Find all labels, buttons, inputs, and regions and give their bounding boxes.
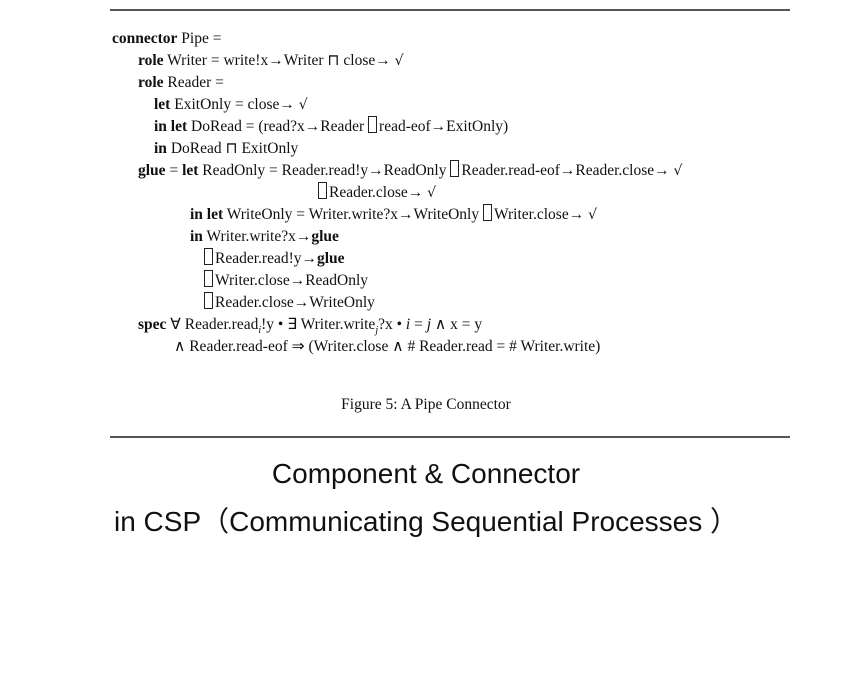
code-line-4: let ExitOnly = close→ √ xyxy=(154,94,308,116)
code-line-11: Reader.read!y→glue xyxy=(204,248,345,270)
external-choice-icon xyxy=(483,204,492,221)
check-mark-icon: √ xyxy=(394,53,404,69)
code-text: = xyxy=(410,316,427,333)
code-text: Pipe = xyxy=(177,30,222,47)
keyword: in xyxy=(190,228,203,245)
keyword: in let xyxy=(190,206,224,223)
code-line-9: in let WriteOnly = Writer.write?x→WriteO… xyxy=(190,204,597,226)
keyword: role xyxy=(138,52,164,69)
code-text: ?x • xyxy=(378,316,406,333)
keyword: spec xyxy=(138,316,167,333)
code-line-10: in Writer.write?x→glue xyxy=(190,226,339,248)
code-line-13: Reader.close→WriteOnly xyxy=(204,292,375,314)
keyword: let xyxy=(154,96,171,113)
code-text: DoRead ⊓ ExitOnly xyxy=(166,140,299,157)
code-text: ExitOnly = close→ xyxy=(170,96,299,113)
keyword: role xyxy=(138,74,164,91)
code-line-6: in DoRead ⊓ ExitOnly xyxy=(154,138,298,160)
code-text: read-eof→ExitOnly) xyxy=(379,118,509,135)
keyword: in xyxy=(154,140,167,157)
code-text: Reader = xyxy=(163,74,224,91)
code-text: ∀ Reader.read xyxy=(166,316,259,333)
external-choice-icon xyxy=(204,248,213,265)
keyword: in let xyxy=(154,118,188,135)
code-text: Reader.close→ xyxy=(329,184,428,201)
slide-title-line-1: Component & Connector xyxy=(271,458,581,489)
code-text: Reader.read-eof→Reader.close→ xyxy=(461,162,674,179)
top-rule xyxy=(110,9,790,11)
code-text: Reader.read!y→ xyxy=(215,250,317,267)
external-choice-icon xyxy=(204,270,213,287)
code-text: ∧ x = y xyxy=(431,316,483,333)
external-choice-icon xyxy=(450,160,460,177)
external-choice-icon xyxy=(368,116,378,133)
keyword: let xyxy=(182,162,199,179)
code-line-8: Reader.close→ √ xyxy=(318,182,436,204)
code-line-5: in let DoRead = (read?x→Reader read-eof→… xyxy=(154,116,508,138)
keyword: connector xyxy=(112,30,178,47)
code-text: DoRead = (read?x→Reader xyxy=(187,118,369,135)
code-line-1: connector Pipe = xyxy=(112,28,221,50)
check-mark-icon: √ xyxy=(673,163,683,179)
check-mark-icon: √ xyxy=(298,97,308,113)
code-text: Writer.write?x→ xyxy=(202,228,312,245)
code-text: ∧ Reader.read-eof ⇒ (Writer.close ∧ # Re… xyxy=(174,338,601,355)
slide-title-line-2: in CSP（Communicating Sequential Processe… xyxy=(113,506,739,537)
check-mark-icon: √ xyxy=(588,207,597,223)
code-text: WriteOnly = Writer.write?x→WriteOnly xyxy=(223,206,483,223)
check-mark-icon: √ xyxy=(427,185,437,201)
code-text: !y • ∃ Writer.write xyxy=(261,316,376,333)
code-line-12: Writer.close→ReadOnly xyxy=(204,270,368,292)
external-choice-icon xyxy=(318,182,327,199)
code-text: ReadOnly = Reader.read!y→ReadOnly xyxy=(198,162,451,179)
code-text: Writer.close→ReadOnly xyxy=(215,272,369,289)
bottom-rule xyxy=(110,436,790,438)
keyword: glue xyxy=(138,162,166,179)
code-text: Writer.close→ xyxy=(494,206,589,223)
code-line-3: role Reader = xyxy=(138,72,224,94)
code-text: = xyxy=(165,162,183,179)
keyword: glue xyxy=(317,250,345,267)
code-line-15: ∧ Reader.read-eof ⇒ (Writer.close ∧ # Re… xyxy=(174,336,600,358)
code-text: Writer = write!x→Writer ⊓ close→ xyxy=(163,52,395,69)
code-line-7: glue = let ReadOnly = Reader.read!y→Read… xyxy=(138,160,682,182)
code-text: Reader.close→WriteOnly xyxy=(215,294,375,311)
figure-caption: Figure 5: A Pipe Connector xyxy=(341,396,511,413)
csp-code-block: connector Pipe = role Writer = write!x→W… xyxy=(112,28,802,688)
external-choice-icon xyxy=(204,292,213,309)
code-line-2: role Writer = write!x→Writer ⊓ close→ √ xyxy=(138,50,404,72)
keyword: glue xyxy=(311,228,339,245)
